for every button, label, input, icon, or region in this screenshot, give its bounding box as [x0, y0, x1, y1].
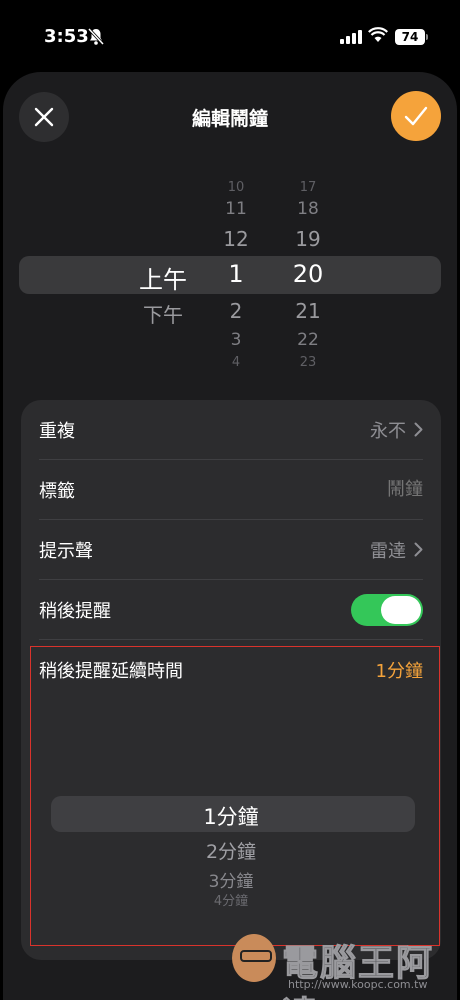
- checkmark-icon: [404, 106, 428, 126]
- confirm-button[interactable]: [391, 91, 441, 141]
- chevron-right-icon: [414, 542, 423, 557]
- hour-selected[interactable]: 1: [203, 260, 269, 288]
- minute-option[interactable]: 19: [273, 227, 343, 251]
- snooze-row: 稍後提醒: [39, 580, 423, 640]
- ampm-option[interactable]: 下午: [123, 299, 203, 328]
- bell-slash-icon: [88, 28, 104, 46]
- snooze-label: 稍後提醒: [39, 600, 111, 622]
- label-label: 標籤: [39, 480, 75, 502]
- hour-option[interactable]: 12: [203, 227, 269, 251]
- page-title: 編輯鬧鐘: [191, 108, 268, 130]
- repeat-row[interactable]: 重複 永不: [39, 400, 423, 460]
- minute-option[interactable]: 23: [273, 355, 343, 370]
- battery-icon: 74: [395, 29, 425, 45]
- chevron-right-icon: [414, 422, 423, 437]
- minute-option[interactable]: 17: [273, 180, 343, 195]
- minute-option[interactable]: 21: [273, 299, 343, 323]
- sound-label: 提示聲: [39, 540, 93, 562]
- sound-value: 雷達: [370, 540, 406, 562]
- toggle-knob: [381, 595, 421, 624]
- battery-tip: [426, 34, 428, 40]
- status-time: 3:53: [44, 26, 89, 47]
- hour-option[interactable]: 2: [203, 299, 269, 323]
- ampm-selected[interactable]: 上午: [123, 260, 203, 295]
- repeat-value: 永不: [370, 420, 406, 442]
- watermark: 電腦王阿達 http://www.koopc.com.tw: [232, 930, 452, 1000]
- label-field[interactable]: [263, 479, 423, 500]
- status-bar: 3:53 74: [0, 0, 460, 72]
- repeat-value-wrap: 永不: [370, 417, 423, 443]
- label-row: 標籤: [39, 460, 423, 520]
- minute-selected[interactable]: 20: [273, 260, 343, 288]
- hour-option[interactable]: 3: [203, 330, 269, 350]
- sound-value-wrap: 雷達: [370, 537, 423, 563]
- hour-option[interactable]: 10: [203, 180, 269, 195]
- minute-option[interactable]: 22: [273, 330, 343, 350]
- time-picker[interactable]: 上午 下午 10 11 12 1 2 3 4 17 18 19 20 21 22…: [3, 172, 457, 382]
- hour-option[interactable]: 11: [203, 199, 269, 219]
- watermark-mascot-icon: [232, 934, 276, 982]
- repeat-label: 重複: [39, 420, 75, 442]
- hour-option[interactable]: 4: [203, 355, 269, 370]
- cellular-signal-icon: [340, 30, 362, 44]
- wifi-icon: [368, 27, 388, 42]
- snooze-toggle[interactable]: [351, 593, 423, 626]
- highlight-frame: [30, 646, 440, 946]
- minute-option[interactable]: 18: [273, 199, 343, 219]
- watermark-url: http://www.koopc.com.tw: [288, 978, 428, 991]
- sound-row[interactable]: 提示聲 雷達: [39, 520, 423, 580]
